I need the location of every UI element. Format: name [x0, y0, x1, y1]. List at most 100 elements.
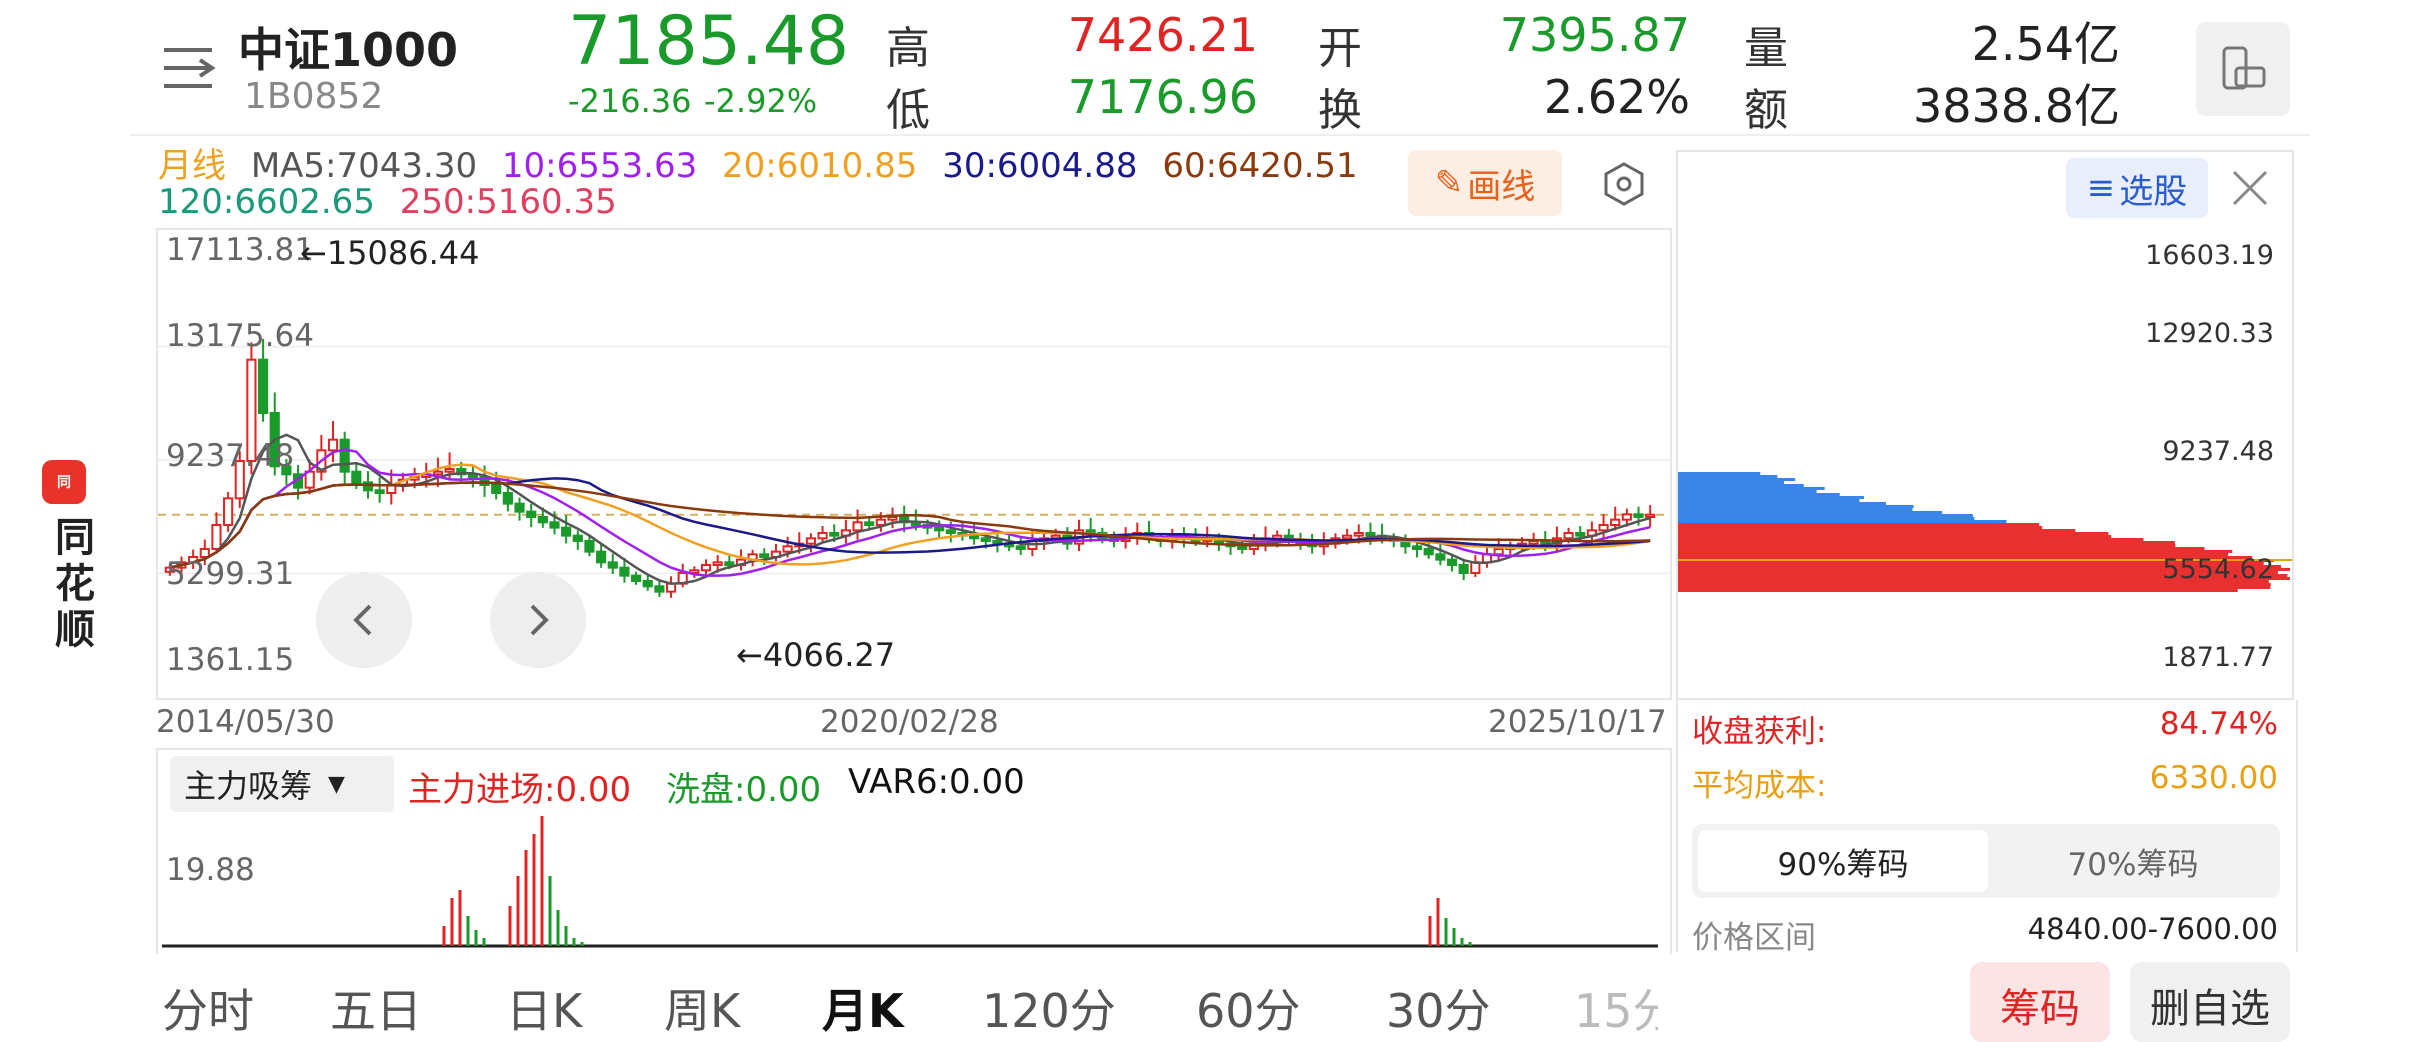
- tab-intraday[interactable]: 分时: [162, 975, 254, 1041]
- candle-body: [969, 534, 980, 540]
- tab-daily-k[interactable]: 日K: [506, 975, 582, 1041]
- chip-bar: [1678, 544, 2176, 547]
- settings-hex-icon[interactable]: [1600, 160, 1648, 208]
- candle-body: [805, 537, 817, 545]
- app-logo: 同: [42, 460, 86, 504]
- stock-name: 中证1000: [238, 23, 459, 77]
- turnover-value: 2.62%: [1543, 70, 1690, 124]
- chip-bar: [1678, 547, 2205, 550]
- chip-bar: [1678, 586, 2271, 589]
- ma-legend: 月线 MA5:7043.30 10:6553.63 20:6010.85 30:…: [158, 138, 1358, 187]
- tab-120min[interactable]: 120分: [982, 975, 1116, 1041]
- amount-value: 3838.8亿: [1913, 79, 2120, 133]
- chip-bar: [1678, 493, 1840, 496]
- landscape-button[interactable]: [2196, 22, 2290, 116]
- candle-body: [491, 483, 502, 494]
- candle-body: [211, 523, 222, 550]
- chip-bar: [1678, 538, 2144, 541]
- candle-body: [1563, 531, 1574, 540]
- period-label: 月线: [158, 146, 226, 186]
- chip-bar: [1678, 502, 1886, 505]
- open-label: 开: [1318, 23, 1362, 74]
- delete-favorite-button[interactable]: 删自选: [2130, 962, 2290, 1042]
- brand-strip: 同 同花顺: [30, 460, 100, 680]
- chip-panel: [1676, 150, 2294, 700]
- menu-icon[interactable]: [160, 40, 216, 96]
- candle-body: [829, 531, 840, 537]
- tab-70-chips[interactable]: 70%筹码: [1988, 830, 2278, 892]
- chip-bar: [1678, 523, 2040, 526]
- list-icon: ≡: [2086, 168, 2116, 208]
- chip-y-tick-3: 5554.62: [2162, 554, 2274, 585]
- chip-bar: [1678, 532, 2109, 535]
- candle-body: [572, 534, 583, 542]
- candle-body: [1633, 513, 1644, 518]
- chips-button[interactable]: 筹码: [1970, 962, 2110, 1042]
- price-change-pct: -2.92%: [704, 82, 818, 120]
- next-button[interactable]: [490, 572, 586, 668]
- candle-body: [502, 491, 513, 505]
- tab-five-day[interactable]: 五日: [330, 975, 422, 1041]
- select-stock-button[interactable]: ≡ 选股: [2066, 158, 2208, 218]
- prev-button[interactable]: [316, 572, 412, 668]
- profit-label: 收盘获利:: [1692, 714, 1827, 750]
- wash-value: 洗盘:0.00: [666, 770, 822, 810]
- chip-bar: [1678, 589, 2238, 592]
- pencil-icon: ✎: [1434, 163, 1464, 203]
- candle-body: [1446, 558, 1458, 566]
- current-price: 7185.48: [568, 2, 850, 81]
- candle-body: [712, 561, 723, 566]
- candle-body: [339, 438, 350, 473]
- amount-label: 额: [1744, 85, 1788, 136]
- stock-code: 1B0852: [244, 76, 384, 117]
- candle-body: [537, 515, 548, 524]
- candle-body: [759, 553, 770, 558]
- candle-body: [607, 561, 618, 569]
- caret-down-icon: ▼: [328, 771, 345, 797]
- close-icon[interactable]: [2228, 166, 2272, 210]
- draw-line-button[interactable]: ✎ 画线: [1408, 150, 1562, 216]
- logo-icon: 同: [57, 475, 71, 491]
- high-value: 7426.21: [1067, 8, 1258, 62]
- tab-15min[interactable]: 15分: [1574, 975, 1658, 1041]
- candle-body: [444, 467, 455, 473]
- ma30-label: 30:6004.88: [942, 146, 1138, 186]
- open-value: 7395.87: [1499, 8, 1690, 62]
- y-tick-4: 1361.15: [166, 642, 295, 678]
- chip-bar: [1678, 541, 2175, 544]
- candle-body: [1598, 523, 1609, 532]
- candle-body: [1342, 534, 1353, 540]
- chip-bar: [1678, 505, 1914, 508]
- y-tick-1: 13175.64: [166, 318, 314, 354]
- candle-body: [432, 470, 444, 476]
- chip-bar: [1678, 481, 1784, 484]
- date-start: 2014/05/30: [156, 704, 335, 740]
- candle-body: [642, 579, 653, 588]
- chip-bar: [1678, 487, 1825, 490]
- tab-90-chips[interactable]: 90%筹码: [1698, 830, 1988, 892]
- chip-bar: [1678, 529, 2076, 532]
- candle-body: [1015, 545, 1026, 550]
- ma10-label: 10:6553.63: [501, 146, 698, 186]
- indicator-selector[interactable]: 主力吸筹 ▼: [170, 756, 394, 812]
- tab-30min[interactable]: 30分: [1386, 975, 1491, 1041]
- tab-weekly-k[interactable]: 周K: [664, 975, 740, 1041]
- min-marker: ←4066.27: [736, 636, 896, 674]
- chip-y-tick-4: 1871.77: [2162, 642, 2274, 673]
- chip-bar: [1678, 484, 1804, 487]
- candle-body: [1411, 545, 1423, 550]
- ma-legend-2: 120:6602.65 250:5160.35: [158, 182, 617, 222]
- chip-bar: [1678, 517, 1975, 520]
- candle-body: [980, 537, 991, 542]
- candle-body: [887, 515, 898, 521]
- candle-body: [852, 521, 863, 532]
- chip-bar: [1678, 496, 1864, 499]
- candle-body: [526, 510, 537, 518]
- chip-tabs: 90%筹码 70%筹码: [1692, 824, 2280, 898]
- candle-body: [1365, 531, 1376, 537]
- tab-monthly-k[interactable]: 月K: [822, 975, 904, 1041]
- volume-value: 2.54亿: [1971, 17, 2120, 71]
- chip-bar: [1678, 508, 1913, 511]
- tab-60min[interactable]: 60分: [1196, 975, 1301, 1041]
- date-mid: 2020/02/28: [820, 704, 999, 740]
